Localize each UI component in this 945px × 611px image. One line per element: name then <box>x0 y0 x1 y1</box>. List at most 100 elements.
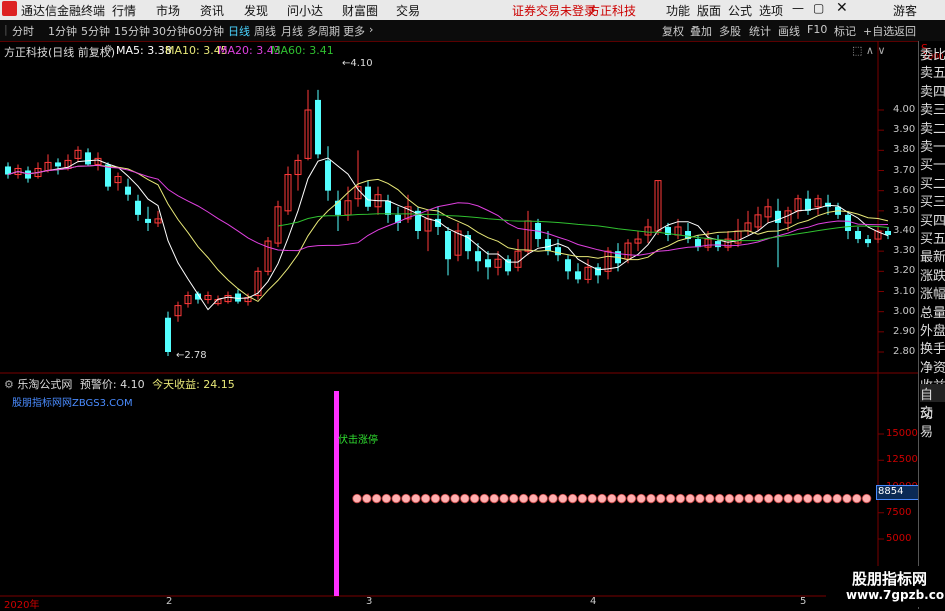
menu-item-formula[interactable]: 公式 <box>728 2 752 19</box>
price-tick-label: 2.90 <box>893 325 916 337</box>
sidebar-item[interactable]: 涨跌 <box>920 265 945 284</box>
candle-body <box>55 162 61 167</box>
menu-item-function[interactable]: 功能 <box>666 2 690 19</box>
level-dot <box>665 493 676 504</box>
site-badge-name: 股朋指标网 <box>852 570 928 588</box>
candle-body <box>445 231 451 260</box>
toolbar-mark[interactable]: 标记 <box>834 23 856 39</box>
toolbar-stats[interactable]: 统计 <box>749 23 771 39</box>
stock-name-title: 方正科技 <box>588 4 637 18</box>
main-candlestick-chart <box>0 41 918 597</box>
period-tab-daily[interactable]: 日线 <box>228 23 250 39</box>
candle-body <box>555 247 561 256</box>
period-tab-multi[interactable]: 多周期 <box>307 23 340 39</box>
level-dot <box>754 493 764 504</box>
toolbar-f10[interactable]: F10 <box>807 23 827 36</box>
period-tab-monthly[interactable]: 月线 <box>281 23 303 39</box>
candle-body <box>845 214 851 231</box>
candle-body <box>715 241 721 248</box>
menu-item-news[interactable]: 资讯 <box>200 2 224 19</box>
level-dot <box>705 493 715 504</box>
toolbar-draw[interactable]: 画线 <box>778 23 800 39</box>
sidebar-item[interactable]: 净资 <box>920 357 945 376</box>
level-dot <box>391 493 401 504</box>
level-dot <box>832 493 842 504</box>
sidebar-tab-auto[interactable]: 自动 <box>920 384 945 422</box>
toolbar-multi-stock[interactable]: 多股 <box>719 23 741 39</box>
candle-body <box>325 160 331 191</box>
period-tab-intraday[interactable]: 分时 <box>12 23 34 39</box>
sidebar-item[interactable]: 卖一 <box>920 136 945 155</box>
period-tab-weekly[interactable]: 周线 <box>254 23 276 39</box>
candle-body <box>365 186 371 207</box>
candle-body <box>775 210 781 223</box>
sidebar-item[interactable]: 卖五 <box>920 62 945 81</box>
sidebar-item[interactable]: 最新 <box>920 246 945 265</box>
sidebar-item[interactable]: 换手 <box>920 338 945 357</box>
level-dot <box>420 493 431 504</box>
more-chevron-icon[interactable]: › <box>369 23 373 36</box>
sidebar-item[interactable]: 委比 <box>920 44 945 63</box>
candle-body <box>235 293 241 302</box>
level-dot <box>499 493 509 504</box>
level-dot <box>469 493 480 504</box>
sidebar-item[interactable]: 总量 <box>920 302 945 321</box>
sidebar-item[interactable]: 买五 <box>920 228 945 247</box>
period-tab-60min[interactable]: 60分钟 <box>188 23 224 39</box>
menu-item-trade[interactable]: 交易 <box>396 2 420 19</box>
level-dot <box>528 493 539 504</box>
sidebar-item[interactable]: 涨幅 <box>920 283 945 302</box>
toolbar-adjust[interactable]: 复权 <box>662 23 684 39</box>
level-dot <box>675 493 686 504</box>
sub-chart-settings-icon[interactable]: ⚙ <box>4 378 14 391</box>
sidebar-tab-trade[interactable]: 交易 <box>920 402 945 440</box>
price-tick-label: 3.50 <box>893 204 916 216</box>
menu-item-market[interactable]: 行情 <box>112 2 136 19</box>
toolbar-add-watchlist[interactable]: +自选 <box>863 23 894 39</box>
period-tab-15min[interactable]: 15分钟 <box>114 23 150 39</box>
candle-body <box>545 239 551 252</box>
price-tick-label: 3.30 <box>893 245 916 257</box>
period-tab-more[interactable]: 更多 <box>343 23 365 39</box>
menu-item-options[interactable]: 选项 <box>759 2 783 19</box>
sub-tick-label: 7500 <box>886 506 912 518</box>
sidebar-item[interactable]: 买三 <box>920 191 945 210</box>
low-price-marker: ←2.78 <box>176 350 207 361</box>
level-dot <box>616 493 627 504</box>
sidebar-item[interactable]: 卖三 <box>920 99 945 118</box>
sidebar-item[interactable]: 卖四 <box>920 81 945 100</box>
sidebar-item[interactable]: 外盘 <box>920 320 945 339</box>
menu-item-layout[interactable]: 版面 <box>697 2 721 19</box>
menu-item-exchange[interactable]: 市场 <box>156 2 180 19</box>
toolbar-back[interactable]: 返回 <box>894 23 916 39</box>
sidebar-item[interactable]: 买二 <box>920 173 945 192</box>
candle-body <box>315 99 321 155</box>
period-tab-5min[interactable]: 5分钟 <box>81 23 110 39</box>
period-tab-1min[interactable]: 1分钟 <box>48 23 77 39</box>
trade-login-notice[interactable]: 证券交易未登录 <box>512 2 596 19</box>
menu-item-wealth[interactable]: 财富圈 <box>342 2 378 19</box>
sidebar-item[interactable]: 卖二 <box>920 118 945 137</box>
price-tick-label: 3.60 <box>893 184 916 196</box>
sidebar-item[interactable]: 买一 <box>920 154 945 173</box>
sub-chart-title: 乐淘公式网 <box>17 378 73 391</box>
sidebar-item[interactable]: 买四 <box>920 210 945 229</box>
menu-item-discover[interactable]: 发现 <box>244 2 268 19</box>
menu-item-ask[interactable]: 问小达 <box>287 2 323 19</box>
toolbar-overlay[interactable]: 叠加 <box>690 23 712 39</box>
sub-tick-label: 12500 <box>886 454 918 466</box>
sub-tick-label: 5000 <box>886 533 912 544</box>
level-dot <box>783 493 793 504</box>
minimize-icon[interactable]: — <box>792 1 804 15</box>
guest-label[interactable]: 游客 <box>893 2 917 19</box>
candle-body <box>505 259 511 272</box>
level-dot <box>489 493 499 504</box>
close-icon[interactable]: ✕ <box>836 0 848 16</box>
level-dot <box>607 493 617 504</box>
period-tab-30min[interactable]: 30分钟 <box>152 23 188 39</box>
restore-icon[interactable]: ▢ <box>813 1 824 15</box>
sub-indicator-chart <box>334 391 884 596</box>
level-dot <box>734 493 744 504</box>
candle-body <box>135 200 141 215</box>
level-dot <box>518 493 529 504</box>
